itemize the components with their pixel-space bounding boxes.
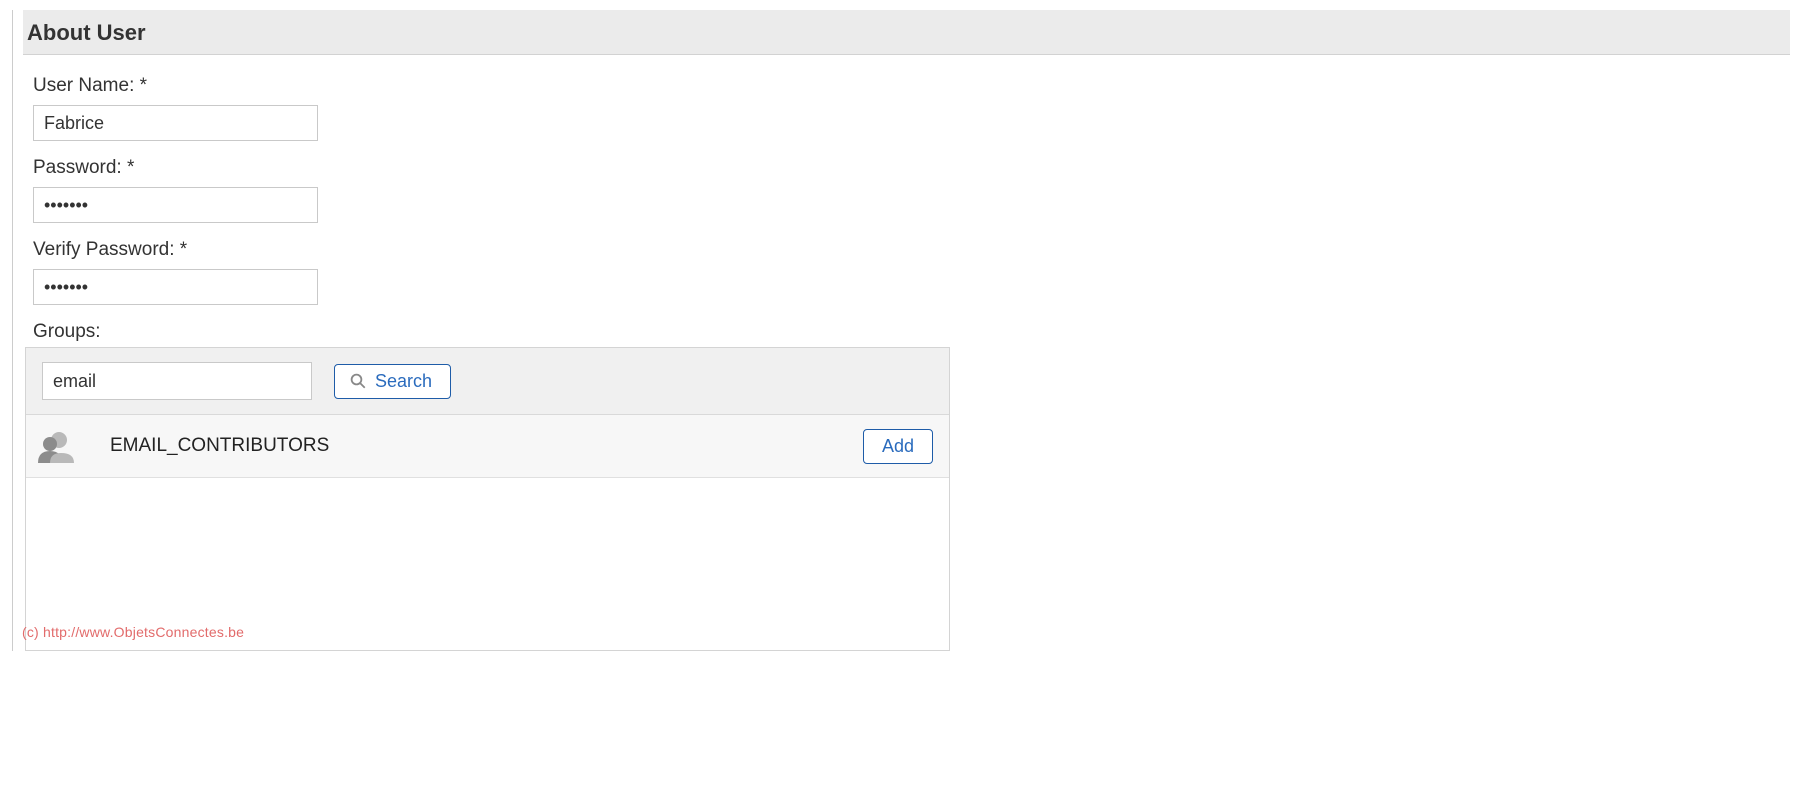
- username-row: User Name: *: [33, 75, 1790, 141]
- password-label: Password: *: [33, 157, 1790, 179]
- groups-label: Groups:: [33, 321, 1790, 343]
- search-button-label: Search: [375, 371, 432, 392]
- password-row: Password: *: [33, 157, 1790, 223]
- section-title: About User: [23, 20, 1778, 46]
- password-input[interactable]: [33, 187, 318, 223]
- group-search-input[interactable]: [42, 362, 312, 400]
- watermark: (c) http://www.ObjetsConnectes.be: [22, 624, 244, 640]
- username-input[interactable]: [33, 105, 318, 141]
- search-button[interactable]: Search: [334, 364, 451, 399]
- groups-search-bar: Search: [26, 348, 949, 415]
- verify-password-label: Verify Password: *: [33, 239, 1790, 261]
- group-result-name: EMAIL_CONTRIBUTORS: [78, 435, 863, 457]
- verify-password-row: Verify Password: *: [33, 239, 1790, 305]
- verify-password-input[interactable]: [33, 269, 318, 305]
- add-button-label: Add: [882, 436, 914, 457]
- groups-panel: Search EMAIL_CONTRIBUTORS Add: [25, 347, 950, 651]
- search-icon: [349, 372, 367, 390]
- group-icon: [36, 427, 78, 465]
- add-button[interactable]: Add: [863, 429, 933, 464]
- section-header: About User: [23, 10, 1790, 55]
- group-result-row: EMAIL_CONTRIBUTORS Add: [26, 415, 949, 478]
- username-label: User Name: *: [33, 75, 1790, 97]
